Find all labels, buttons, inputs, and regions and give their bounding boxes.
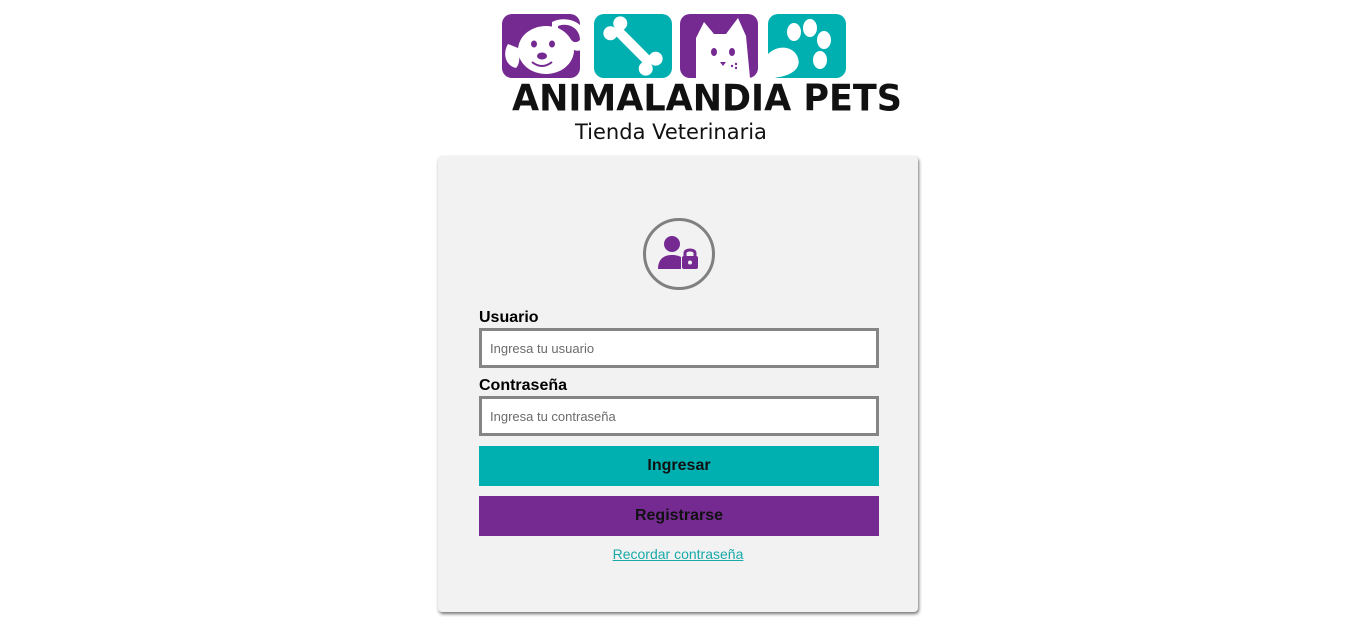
- paw-icon: [768, 14, 846, 78]
- username-input[interactable]: [479, 328, 879, 368]
- login-button[interactable]: Ingresar: [479, 446, 879, 486]
- brand-tagline: Tienda Veterinaria: [575, 120, 767, 144]
- brand-logo: ANIMALANDIA PETS Tienda Veterinaria: [500, 12, 902, 147]
- logo-tiles: [500, 12, 850, 82]
- login-card: Usuario Contraseña Ingresar Registrarse …: [438, 156, 918, 612]
- password-label: Contraseña: [479, 377, 568, 394]
- dog-icon: [502, 14, 587, 78]
- forgot-password-link[interactable]: Recordar contraseña: [438, 546, 918, 562]
- brand-name: ANIMALANDIA PETS: [512, 78, 902, 120]
- user-lock-icon: [643, 218, 715, 290]
- login-page: ANIMALANDIA PETS Tienda Veterinaria Usua…: [0, 0, 1352, 617]
- register-button[interactable]: Registrarse: [479, 496, 879, 536]
- password-input[interactable]: [479, 396, 879, 436]
- cat-icon: [680, 14, 758, 78]
- username-label: Usuario: [479, 309, 539, 326]
- bone-icon: [594, 14, 672, 78]
